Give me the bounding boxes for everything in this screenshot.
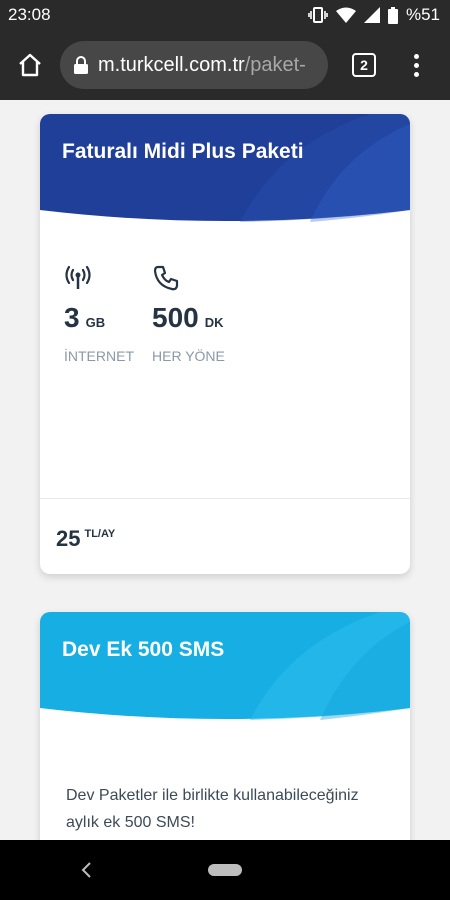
battery-icon [387,6,398,24]
feature-value: 500 [152,302,199,333]
address-bar[interactable]: m.turkcell.com.tr/paket- [60,41,328,89]
back-icon[interactable] [80,860,94,885]
signal-tower-icon [64,264,130,292]
divider [40,498,410,499]
package-card[interactable]: Faturalı Midi Plus Paketi 3 GB İNTERNET … [40,114,410,574]
home-pill-button[interactable] [208,864,242,876]
card-header: Faturalı Midi Plus Paketi [40,114,410,222]
url-domain: m.turkcell.com.tr [98,53,245,76]
status-time: 23:08 [8,5,51,24]
browser-toolbar: m.turkcell.com.tr/paket- 2 [0,30,450,100]
lock-icon [74,56,88,74]
price: 25 TL/AY [56,526,115,552]
price-unit: TL/AY [84,528,116,540]
feature-label: İNTERNET [64,348,134,364]
feature-value: 3 [64,302,80,333]
feature-minutes: 500 DK HER YÖNE [152,264,242,364]
feature-unit: GB [85,315,106,330]
url-path: /paket- [244,53,306,76]
card-header: Dev Ek 500 SMS [40,612,410,720]
status-bar: 23:08 %51 [0,0,450,30]
package-card[interactable]: Dev Ek 500 SMS Dev Paketler ile birlikte… [40,612,410,840]
vibrate-icon [308,7,328,23]
feature-internet: 3 GB İNTERNET [64,264,134,364]
overflow-menu-icon[interactable] [414,53,419,77]
card-title: Faturalı Midi Plus Paketi [62,140,304,163]
system-nav-bar [0,840,450,900]
feature-label: HER YÖNE [152,348,225,364]
battery-percent: %51 [405,5,440,24]
tab-switcher-button[interactable]: 2 [352,53,376,77]
home-button[interactable] [14,49,46,81]
phone-icon [152,264,242,292]
price-value: 25 [56,526,81,551]
card-description: Dev Paketler ile birlikte kullanabileceğ… [66,787,359,831]
home-icon [19,53,41,77]
feature-unit: DK [204,315,224,330]
feature-list: 3 GB İNTERNET 500 DK HER YÖNE [64,264,242,364]
status-icons: %51 [308,5,440,25]
page-content: Faturalı Midi Plus Paketi 3 GB İNTERNET … [0,100,450,840]
cell-signal-icon [363,7,380,23]
wifi-icon [335,7,356,23]
card-title: Dev Ek 500 SMS [62,638,225,661]
